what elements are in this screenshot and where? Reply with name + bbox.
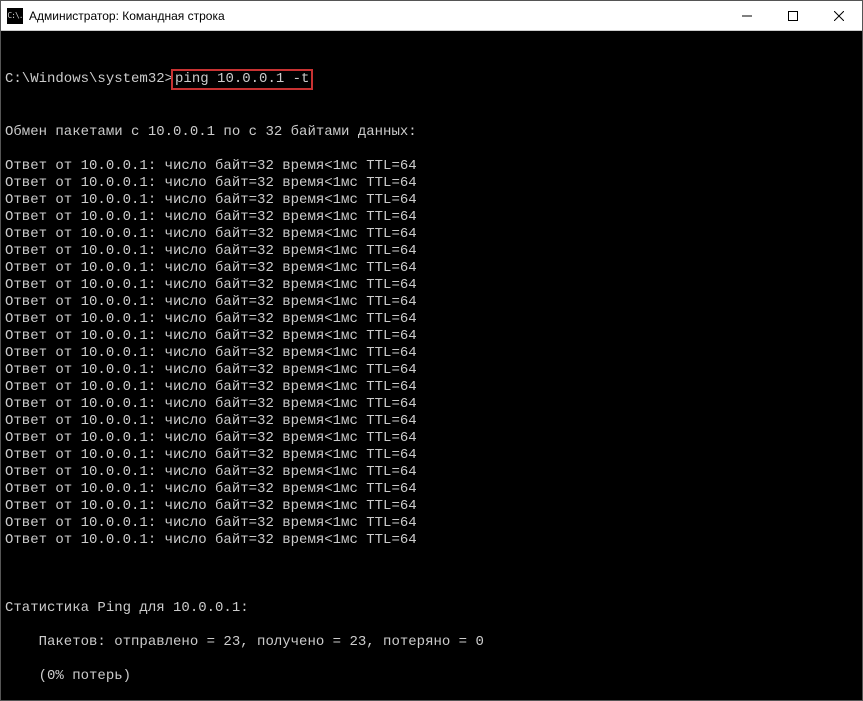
prompt-path: C:\Windows\system32> — [5, 71, 173, 87]
reply-lines: Ответ от 10.0.0.1: число байт=32 время<1… — [5, 158, 858, 549]
terminal-output[interactable]: C:\Windows\system32>ping 10.0.0.1 -t Обм… — [1, 31, 862, 700]
titlebar[interactable]: C:\. Администратор: Командная строка — [1, 1, 862, 31]
stats-header: Статистика Ping для 10.0.0.1: — [5, 600, 858, 617]
exchange-header: Обмен пакетами с 10.0.0.1 по с 32 байтам… — [5, 124, 858, 141]
cmd-icon: C:\. — [7, 8, 23, 24]
close-button[interactable] — [816, 1, 862, 30]
window-title: Администратор: Командная строка — [29, 9, 724, 23]
window-controls — [724, 1, 862, 30]
command-prompt-window: C:\. Администратор: Командная строка C:\… — [0, 0, 863, 701]
stats-loss: (0% потерь) — [5, 668, 858, 685]
maximize-button[interactable] — [770, 1, 816, 30]
highlighted-command: ping 10.0.0.1 -t — [171, 69, 313, 90]
minimize-button[interactable] — [724, 1, 770, 30]
stats-packets: Пакетов: отправлено = 23, получено = 23,… — [5, 634, 858, 651]
